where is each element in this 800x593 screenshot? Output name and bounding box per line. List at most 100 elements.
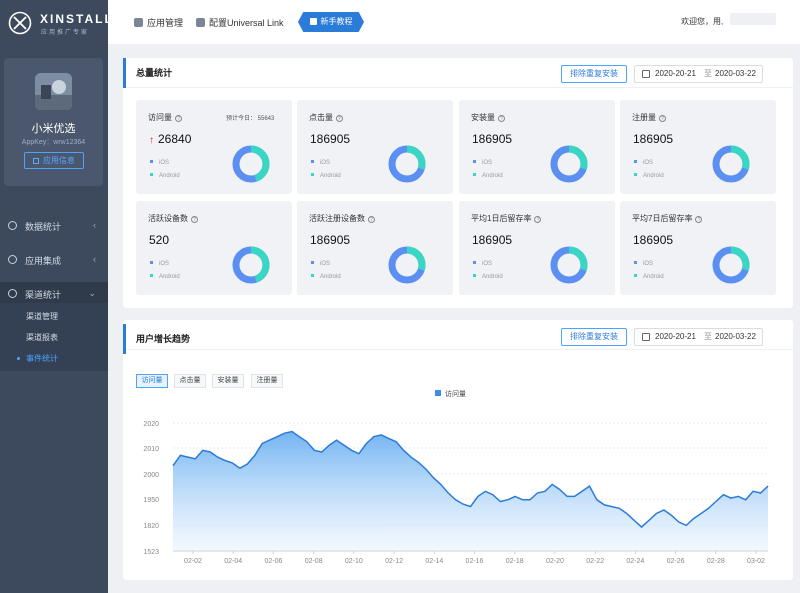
stat-label-text: 平均7日后留存率 xyxy=(632,214,693,223)
date-to: 2020-03-22 xyxy=(715,332,756,341)
legend-ios: iOS xyxy=(150,160,169,166)
legend-label: iOS xyxy=(320,160,331,166)
legend-swatch xyxy=(150,160,153,163)
date-from: 2020-20-21 xyxy=(655,332,696,341)
legend-swatch xyxy=(634,173,637,176)
date-from: 2020-20-21 xyxy=(655,69,696,78)
x-tick-label: 02-02 xyxy=(184,558,202,565)
stat-label-text: 活跃设备数 xyxy=(148,214,188,223)
chevron-down-icon: ⌄ xyxy=(88,288,96,298)
app-key: AppKey：wrw12364 xyxy=(21,139,86,146)
stat-value-text: 26840 xyxy=(158,132,192,146)
exclude-duplicate-button[interactable]: 排除重复安装 xyxy=(561,65,627,83)
legend-swatch xyxy=(150,261,153,264)
legend-label: 访问量 xyxy=(445,389,466,398)
calendar-icon xyxy=(642,333,650,341)
help-icon[interactable]: ? xyxy=(336,115,343,122)
chevron-left-icon: ‹ xyxy=(93,254,96,264)
date-range-picker[interactable]: 2020-20-21 至 2020-03-22 xyxy=(634,328,763,346)
stat-value-text: 186905 xyxy=(633,233,674,247)
trend-title: 用户增长趋势 xyxy=(123,324,190,354)
stat-label: 平均7日后留存率? xyxy=(632,213,703,224)
legend-label: iOS xyxy=(159,160,170,166)
app-info-button[interactable]: 应用信息 xyxy=(24,152,84,169)
stat-label-text: 安装量 xyxy=(471,113,495,122)
submenu-item-channel-management[interactable]: 渠道管理 xyxy=(26,311,58,322)
y-tick-label: 1820 xyxy=(143,523,159,530)
help-icon[interactable]: ? xyxy=(368,216,375,223)
x-tick-label: 02-24 xyxy=(626,558,644,565)
legend-swatch xyxy=(311,261,314,264)
submenu-item-channel-report[interactable]: 渠道报表 xyxy=(26,332,58,343)
legend-android: Android xyxy=(311,274,341,280)
legend-android: Android xyxy=(150,274,180,280)
ios-android-donut-chart xyxy=(388,145,426,183)
nav-item-app-integration[interactable]: 应用集成 ‹ xyxy=(0,248,108,272)
app-management-link[interactable]: 应用管理 xyxy=(134,16,183,29)
stat-label: 平均1日后留存率? xyxy=(471,213,542,224)
trend-up-icon: ↑ xyxy=(149,135,154,146)
gear-icon xyxy=(8,255,17,264)
legend-label: iOS xyxy=(159,261,170,267)
x-tick-label: 02-04 xyxy=(224,558,242,565)
stat-label-text: 访问量 xyxy=(148,113,172,122)
ios-android-donut-chart xyxy=(388,246,426,284)
ios-android-donut-chart xyxy=(232,145,270,183)
help-icon[interactable]: ? xyxy=(498,115,505,122)
help-icon[interactable]: ? xyxy=(191,216,198,223)
legend-ios: iOS xyxy=(311,160,330,166)
nav-item-label: 数据统计 xyxy=(25,222,62,232)
nav-item-data-stats[interactable]: 数据统计 ‹ xyxy=(0,214,108,238)
submenu-item-event-stats[interactable]: 事件统计 xyxy=(26,353,58,364)
legend-label: Android xyxy=(482,274,503,280)
stat-label-text: 点击量 xyxy=(309,113,333,122)
x-tick-label: 02-18 xyxy=(506,558,524,565)
stat-label: 活跃注册设备数? xyxy=(309,213,375,224)
universal-link-config[interactable]: 配置Universal Link xyxy=(196,16,284,29)
stat-value: 186905 xyxy=(633,132,673,146)
help-icon[interactable]: ? xyxy=(659,115,666,122)
x-tick-label: 02-12 xyxy=(385,558,403,565)
help-icon[interactable]: ? xyxy=(534,216,542,223)
legend-swatch xyxy=(634,261,637,264)
legend-swatch xyxy=(634,274,637,277)
stat-card-clicks: 点击量? 186905 iOS Android xyxy=(297,100,453,194)
exclude-duplicate-button[interactable]: 排除重复安装 xyxy=(561,328,627,346)
ios-android-donut-chart xyxy=(712,145,750,183)
stat-value-text: 186905 xyxy=(310,233,351,247)
brand-logo[interactable]: XINSTALL 应用推广专家 xyxy=(8,9,112,39)
stat-value-text: 186905 xyxy=(633,132,674,146)
stat-value: 520 xyxy=(149,233,169,247)
stat-value-text: 186905 xyxy=(472,233,513,247)
legend-android: Android xyxy=(473,173,503,179)
help-icon[interactable]: ? xyxy=(695,216,703,223)
date-range-picker[interactable]: 2020-20-21 至 2020-03-22 xyxy=(634,65,763,83)
tutorial-label: 新手教程 xyxy=(320,17,353,26)
legend-label: iOS xyxy=(320,261,331,267)
legend-swatch xyxy=(435,390,441,396)
tutorial-button[interactable]: 新手教程 xyxy=(298,12,364,32)
legend-swatch xyxy=(311,160,314,163)
y-tick-label: 1523 xyxy=(143,549,159,556)
chevron-left-icon: ‹ xyxy=(93,220,96,230)
legend-label: Android xyxy=(320,274,341,280)
app-info-button-label: 应用信息 xyxy=(43,156,75,165)
legend-swatch xyxy=(473,160,476,163)
stat-card-active-devices: 活跃设备数? 520 iOS Android xyxy=(136,201,292,295)
legend-label: iOS xyxy=(643,261,654,267)
stat-value: 186905 xyxy=(472,132,512,146)
ios-android-donut-chart xyxy=(550,145,588,183)
book-icon xyxy=(309,18,317,25)
legend-android: Android xyxy=(634,274,664,280)
legend-ios: iOS xyxy=(311,261,330,267)
app-avatar xyxy=(35,73,72,110)
ios-android-donut-chart xyxy=(232,246,270,284)
legend-label: Android xyxy=(482,173,503,179)
x-tick-label: 02-06 xyxy=(264,558,282,565)
cube-icon xyxy=(134,18,143,27)
legend-android: Android xyxy=(634,173,664,179)
x-tick-label: 03-02 xyxy=(747,558,765,565)
legend-swatch xyxy=(150,274,153,277)
help-icon[interactable]: ? xyxy=(175,115,182,122)
stat-label-text: 注册量 xyxy=(632,113,656,122)
